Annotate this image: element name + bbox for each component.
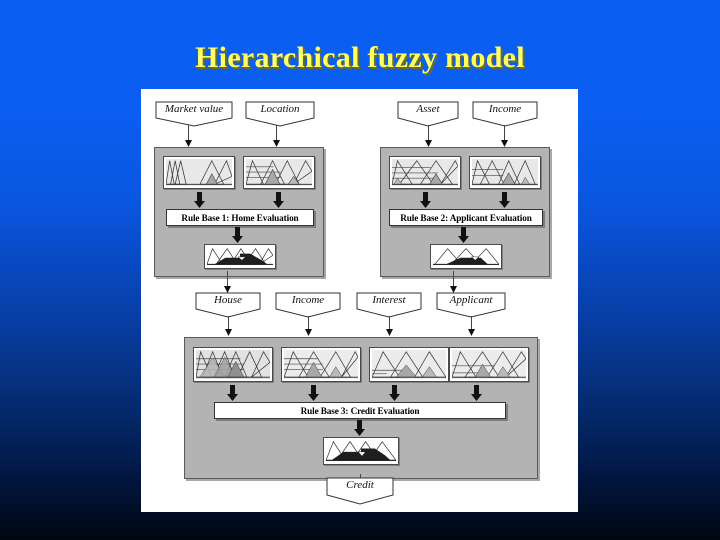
input-label-market-value: Market value xyxy=(164,103,224,115)
input-node-location[interactable]: Location xyxy=(245,101,315,127)
flow-arrow-loc-to-rb1 xyxy=(272,192,285,208)
membership-plot-market-value xyxy=(163,156,235,189)
flow-arrow-rb3-to-output xyxy=(353,420,366,436)
rule-base-2-bar[interactable]: Rule Base 2: Applicant Evaluation xyxy=(389,209,543,226)
membership-plot-house-rb3 xyxy=(193,347,273,382)
wire-asset-to-rb2 xyxy=(424,125,433,149)
membership-plot-asset xyxy=(389,156,461,189)
input-label-interest: Interest xyxy=(372,294,406,306)
input-label-asset: Asset xyxy=(416,103,440,115)
input-label-location: Location xyxy=(260,103,300,115)
wire-applicant-to-rb3 xyxy=(467,316,476,338)
output-node-credit[interactable]: Credit xyxy=(326,477,394,505)
input-node-interest[interactable]: Interest xyxy=(356,292,422,318)
wire-income-to-rb2 xyxy=(500,125,509,149)
wire-location-to-rb1 xyxy=(272,125,281,149)
rule-base-1-label: Rule Base 1: Home Evaluation xyxy=(181,212,299,223)
rule-base-3-panel: Rule Base 3: Credit Evaluation xyxy=(184,337,538,479)
input-label-house: House xyxy=(213,294,243,306)
membership-plot-applicant-output xyxy=(430,244,502,269)
input-node-income-mid[interactable]: Income xyxy=(275,292,341,318)
flow-arrow-mv-to-rb1 xyxy=(193,192,206,208)
input-node-market-value[interactable]: Market value xyxy=(155,101,233,127)
input-node-applicant[interactable]: Applicant xyxy=(436,292,506,318)
flow-arrow-asset-to-rb2 xyxy=(419,192,432,208)
rule-base-3-label: Rule Base 3: Credit Evaluation xyxy=(300,405,420,416)
wire-house-to-rb3 xyxy=(224,316,233,338)
rule-base-2-panel: Rule Base 2: Applicant Evaluation xyxy=(380,147,550,277)
input-node-house[interactable]: House xyxy=(195,292,261,318)
wire-interest-to-rb3 xyxy=(385,316,394,338)
diagram-canvas: Market value Location Asset Income Rule … xyxy=(141,89,578,512)
input-node-asset[interactable]: Asset xyxy=(397,101,459,127)
membership-plot-interest xyxy=(369,347,449,382)
wire-market-value-to-rb1 xyxy=(184,125,193,149)
flow-arrow-rb2-to-output xyxy=(457,227,470,243)
flow-arrow-income-to-rb2 xyxy=(498,192,511,208)
flow-arrow-house-to-rb3 xyxy=(226,385,239,401)
page-title: Hierarchical fuzzy model xyxy=(195,41,525,74)
membership-plot-house-output xyxy=(204,244,276,269)
membership-plot-income-rb3 xyxy=(281,347,361,382)
membership-plot-income-rb2 xyxy=(469,156,541,189)
output-label-credit: Credit xyxy=(346,479,374,491)
rule-base-1-panel: Rule Base 1: Home Evaluation xyxy=(154,147,324,277)
slide: Hierarchical fuzzy model Market value Lo… xyxy=(0,0,720,540)
input-label-income-top: Income xyxy=(488,103,522,115)
membership-plot-applicant-rb3 xyxy=(449,347,529,382)
rule-base-1-bar[interactable]: Rule Base 1: Home Evaluation xyxy=(166,209,314,226)
rule-base-3-bar[interactable]: Rule Base 3: Credit Evaluation xyxy=(214,402,506,419)
flow-arrow-applicant-to-rb3 xyxy=(470,385,483,401)
input-node-income-top[interactable]: Income xyxy=(472,101,538,127)
flow-arrow-income-to-rb3 xyxy=(307,385,320,401)
flow-arrow-interest-to-rb3 xyxy=(388,385,401,401)
input-label-applicant: Applicant xyxy=(449,294,493,306)
rule-base-2-label: Rule Base 2: Applicant Evaluation xyxy=(400,212,532,223)
membership-plot-location xyxy=(243,156,315,189)
wire-income-to-rb3 xyxy=(304,316,313,338)
input-label-income-mid: Income xyxy=(291,294,325,306)
membership-plot-credit-output xyxy=(323,437,399,465)
flow-arrow-rb1-to-output xyxy=(231,227,244,243)
